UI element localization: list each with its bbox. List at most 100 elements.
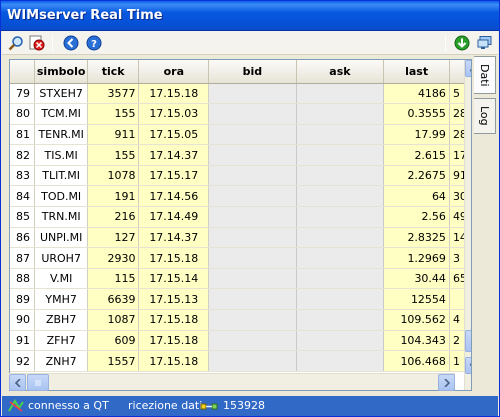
table-row[interactable]: 85 TRN.MI 216 17.14.49 2.56 49 bbox=[10, 206, 471, 228]
cell-simbolo: TRN.MI bbox=[34, 206, 88, 228]
column-header-rownum[interactable] bbox=[10, 60, 36, 84]
cell-last: 2.56 bbox=[383, 206, 450, 228]
row-number: 80 bbox=[10, 103, 36, 125]
table-row[interactable]: 82 TIS.MI 155 17.14.37 2.615 17 bbox=[10, 144, 471, 166]
cell-ask bbox=[296, 350, 385, 372]
cell-simbolo: TCM.MI bbox=[34, 103, 88, 125]
download-icon[interactable] bbox=[453, 34, 471, 52]
scroll-right-button[interactable] bbox=[438, 374, 455, 391]
row-number: 84 bbox=[10, 185, 36, 208]
cell-bid bbox=[208, 103, 297, 125]
cell-bid bbox=[208, 350, 297, 372]
cell-bid bbox=[208, 83, 297, 105]
cell-tick: 3577 bbox=[87, 83, 140, 105]
cell-tick: 127 bbox=[87, 227, 140, 249]
table-row[interactable]: 87 UROH7 2930 17.15.18 1.2969 3 bbox=[10, 247, 471, 269]
row-number: 91 bbox=[10, 330, 36, 352]
table-row[interactable]: 84 TOD.MI 191 17.14.56 64 30 bbox=[10, 185, 471, 208]
cell-last: 2.8325 bbox=[383, 227, 450, 249]
table-row[interactable]: 83 TLIT.MI 1078 17.15.17 2.2675 91 bbox=[10, 165, 471, 187]
table-row[interactable]: 79 STXEH7 3577 17.15.18 4186 5 bbox=[10, 83, 471, 105]
table-row[interactable]: 92 ZNH7 1557 17.15.18 106.468 1 bbox=[10, 350, 471, 372]
cell-simbolo: V.MI bbox=[34, 268, 88, 290]
vertical-scrollbar[interactable] bbox=[464, 60, 471, 390]
cell-bid bbox=[208, 247, 297, 269]
status-bar: connesso a QT ricezione dati 153928 bbox=[2, 396, 498, 416]
column-header-last[interactable]: last bbox=[383, 60, 450, 84]
row-number: 92 bbox=[10, 350, 36, 372]
connection-status-text: connesso a QT bbox=[28, 399, 109, 412]
row-number: 90 bbox=[10, 309, 36, 331]
cell-ora: 17.15.14 bbox=[138, 268, 210, 290]
cell-simbolo: ZNH7 bbox=[34, 350, 88, 372]
cell-simbolo: UROH7 bbox=[34, 247, 88, 269]
table-row[interactable]: 91 ZFH7 609 17.15.18 104.343 2 bbox=[10, 330, 471, 352]
cell-bid bbox=[208, 185, 297, 208]
cell-simbolo: ZBH7 bbox=[34, 309, 88, 331]
toolbar-separator bbox=[445, 35, 446, 51]
horizontal-scrollbar[interactable] bbox=[9, 373, 455, 391]
column-header-ora[interactable]: ora bbox=[138, 60, 210, 84]
cell-ask bbox=[296, 330, 385, 352]
row-number: 87 bbox=[10, 247, 36, 269]
tab-dati-label: Dati bbox=[478, 63, 491, 87]
table-row[interactable]: 86 UNPI.MI 127 17.14.37 2.8325 14 bbox=[10, 227, 471, 249]
column-header-simbolo[interactable]: simbolo bbox=[34, 60, 88, 84]
table-header-row: simbolo tick ora bid ask last bbox=[10, 60, 471, 84]
cell-ora: 17.15.18 bbox=[138, 350, 210, 372]
cell-tick: 216 bbox=[87, 206, 140, 228]
cell-ask bbox=[296, 103, 385, 125]
cell-ask bbox=[296, 185, 385, 208]
column-header-bid[interactable]: bid bbox=[208, 60, 297, 84]
table-body: 79 STXEH7 3577 17.15.18 4186 5 80 TCM.MI 155 17.1… bbox=[10, 83, 471, 372]
cell-last: 64 bbox=[383, 185, 450, 208]
toolbar-separator bbox=[52, 35, 53, 51]
table-row[interactable]: 80 TCM.MI 155 17.15.03 0.3555 28 bbox=[10, 103, 471, 125]
stop-icon[interactable] bbox=[28, 34, 46, 52]
cell-bid bbox=[208, 268, 297, 290]
table-row[interactable]: 81 TENR.MI 911 17.15.05 17.99 28 bbox=[10, 124, 471, 146]
cell-ora: 17.14.49 bbox=[138, 206, 210, 228]
column-header-tick[interactable]: tick bbox=[87, 60, 140, 84]
cell-bid bbox=[208, 309, 297, 331]
row-number: 85 bbox=[10, 206, 36, 228]
scroll-thumb[interactable] bbox=[465, 330, 471, 352]
column-header-ask[interactable]: ask bbox=[296, 60, 385, 84]
cell-last: 30.44 bbox=[383, 268, 450, 290]
row-number: 89 bbox=[10, 288, 36, 311]
row-number: 83 bbox=[10, 165, 36, 187]
cell-simbolo: TLIT.MI bbox=[34, 165, 88, 187]
cell-tick: 1087 bbox=[87, 309, 140, 331]
cell-bid bbox=[208, 206, 297, 228]
cell-last: 104.343 bbox=[383, 330, 450, 352]
table-row[interactable]: 90 ZBH7 1087 17.15.18 109.562 4 bbox=[10, 309, 471, 331]
cell-tick: 155 bbox=[87, 103, 140, 125]
title-bar[interactable]: WIMserver Real Time bbox=[1, 1, 499, 31]
tab-log[interactable]: Log bbox=[474, 98, 496, 134]
row-number: 86 bbox=[10, 227, 36, 249]
toolbar: ? bbox=[2, 31, 498, 55]
scroll-down-button[interactable] bbox=[465, 357, 471, 374]
cell-last: 12554 bbox=[383, 288, 450, 311]
svg-text:?: ? bbox=[91, 39, 97, 50]
search-icon[interactable] bbox=[7, 34, 25, 52]
cell-ora: 17.15.13 bbox=[138, 288, 210, 311]
scroll-up-button[interactable] bbox=[465, 60, 471, 77]
connection-status-icon bbox=[8, 399, 24, 416]
table-row[interactable]: 88 V.MI 115 17.15.14 30.44 65 bbox=[10, 268, 471, 290]
scroll-left-button[interactable] bbox=[9, 374, 26, 391]
cell-ask bbox=[296, 309, 385, 331]
cell-tick: 2930 bbox=[87, 247, 140, 269]
cell-ask bbox=[296, 124, 385, 146]
horizontal-scroll-thumb[interactable] bbox=[27, 374, 49, 391]
table-row[interactable]: 89 YMH7 6639 17.15.13 12554 bbox=[10, 288, 471, 311]
cell-last: 0.3555 bbox=[383, 103, 450, 125]
cell-simbolo: UNPI.MI bbox=[34, 227, 88, 249]
back-icon[interactable] bbox=[62, 34, 80, 52]
cell-simbolo: TOD.MI bbox=[34, 185, 88, 208]
tab-dati[interactable]: Dati bbox=[474, 56, 496, 94]
monitor-icon[interactable] bbox=[476, 34, 494, 52]
help-icon[interactable]: ? bbox=[85, 34, 103, 52]
cell-simbolo: TIS.MI bbox=[34, 144, 88, 166]
cell-tick: 6639 bbox=[87, 288, 140, 311]
